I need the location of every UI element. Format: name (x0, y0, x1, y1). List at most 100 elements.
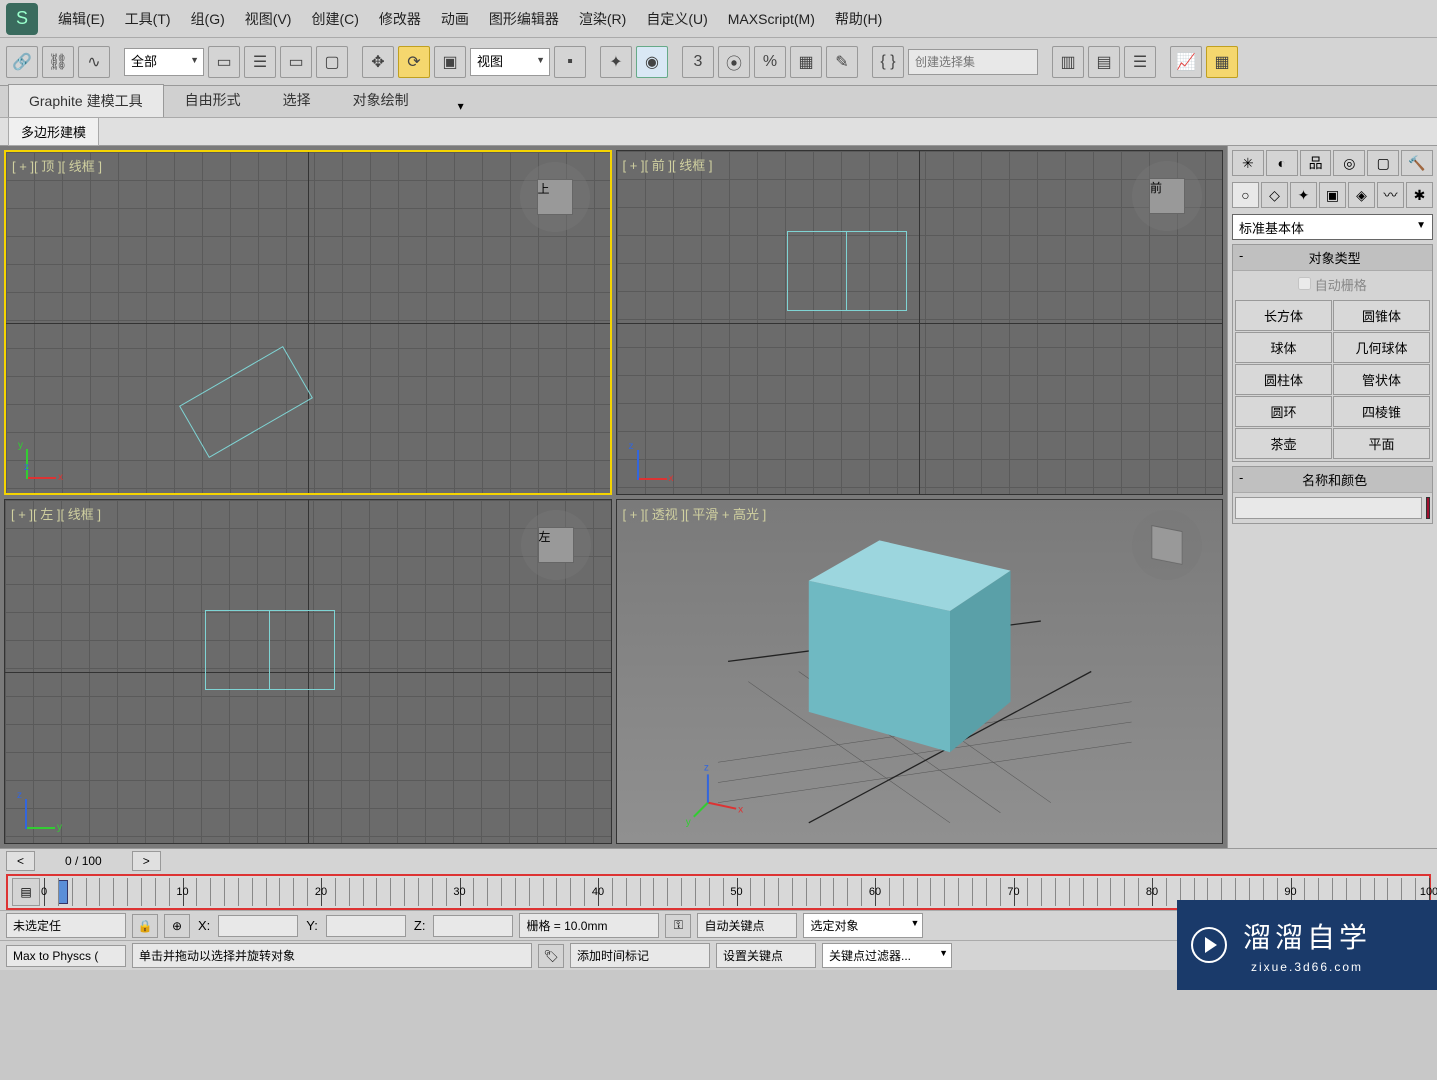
btn-box[interactable]: 长方体 (1235, 300, 1332, 331)
absrel-icon[interactable]: ⊕ (164, 914, 190, 938)
viewcube-left[interactable]: 左 (521, 510, 591, 580)
select-name-icon[interactable]: ☰ (244, 46, 276, 78)
tab-display-icon[interactable]: ▢ (1367, 150, 1399, 176)
add-timetag[interactable]: 添加时间标记 (570, 943, 710, 968)
keymode-dropdown[interactable]: 选定对象 (803, 913, 923, 938)
viewcube-persp[interactable] (1132, 510, 1202, 580)
subtab-systems-icon[interactable]: ✱ (1406, 182, 1433, 208)
btn-teapot[interactable]: 茶壶 (1235, 428, 1332, 459)
keyfilter-dropdown[interactable]: 关键点过滤器... (822, 943, 952, 968)
subtab-helpers-icon[interactable]: ◈ (1348, 182, 1375, 208)
tab-create-icon[interactable]: ✳ (1232, 150, 1264, 176)
btn-cylinder[interactable]: 圆柱体 (1235, 364, 1332, 395)
tab-utilities-icon[interactable]: 🔨 (1401, 150, 1433, 176)
tab-modify-icon[interactable]: ◐ (1266, 150, 1298, 176)
viewcube-top[interactable]: 上 (520, 162, 590, 232)
scale-icon[interactable]: ▣ (434, 46, 466, 78)
menu-modifiers[interactable]: 修改器 (369, 5, 431, 33)
object-color-swatch[interactable] (1426, 497, 1430, 519)
btn-tube[interactable]: 管状体 (1333, 364, 1430, 395)
ribbon-tab-objectpaint[interactable]: 对象绘制 (332, 83, 430, 117)
bind-icon[interactable]: ∿ (78, 46, 110, 78)
percent-snap-icon[interactable]: % (754, 46, 786, 78)
script-listener[interactable]: Max to Physcs ( (6, 945, 126, 967)
layers-icon[interactable]: ☰ (1124, 46, 1156, 78)
grid-status: 栅格 = 10.0mm (519, 913, 659, 938)
window-crossing-icon[interactable]: ▢ (316, 46, 348, 78)
viewport-left[interactable]: [ + ][ 左 ][ 线框 ] 左 y z (4, 499, 612, 844)
move-icon[interactable]: ✥ (362, 46, 394, 78)
selection-filter-dropdown[interactable]: 全部 (124, 48, 204, 76)
angle-snap-icon[interactable]: ⦿ (718, 46, 750, 78)
ribbon-tab-freeform[interactable]: 自由形式 (164, 83, 262, 117)
z-coord-input[interactable] (433, 915, 513, 937)
timeline-config-icon[interactable]: ▤ (12, 878, 40, 906)
autogrid-checkbox[interactable] (1298, 277, 1311, 290)
subtab-lights-icon[interactable]: ✦ (1290, 182, 1317, 208)
menu-create[interactable]: 创建(C) (301, 5, 368, 33)
menu-edit[interactable]: 编辑(E) (48, 5, 115, 33)
viewport-front[interactable]: [ + ][ 前 ][ 线框 ] 前 x z (616, 150, 1224, 495)
polymodeling-tab[interactable]: 多边形建模 (8, 117, 99, 146)
rotate-icon[interactable]: ⟳ (398, 46, 430, 78)
object-name-input[interactable] (1235, 497, 1422, 519)
lock-icon[interactable]: 🔒 (132, 914, 158, 938)
menu-help[interactable]: 帮助(H) (825, 5, 892, 33)
ribbon-tab-selection[interactable]: 选择 (262, 83, 332, 117)
snap-3-icon[interactable]: 3 (682, 46, 714, 78)
edit-named-icon[interactable]: ✎ (826, 46, 858, 78)
btn-pyramid[interactable]: 四棱锥 (1333, 396, 1430, 427)
menu-customize[interactable]: 自定义(U) (636, 5, 717, 33)
menu-maxscript[interactable]: MAXScript(M) (718, 7, 825, 31)
key-icon[interactable]: ⚿ (665, 914, 691, 938)
x-coord-input[interactable] (218, 915, 298, 937)
mirror-icon[interactable]: ▥ (1052, 46, 1084, 78)
spinner-snap-icon[interactable]: ▦ (790, 46, 822, 78)
snap-toggle-icon[interactable]: ◉ (636, 46, 668, 78)
subtab-spacewarps-icon[interactable]: 〰 (1377, 182, 1404, 208)
ribbon-tab-graphite[interactable]: Graphite 建模工具 (8, 84, 164, 117)
menu-group[interactable]: 组(G) (181, 5, 235, 33)
setkey-button[interactable]: 设置关键点 (716, 943, 816, 968)
tab-motion-icon[interactable]: ◎ (1333, 150, 1365, 176)
btn-sphere[interactable]: 球体 (1235, 332, 1332, 363)
curve-editor-icon[interactable]: 📈 (1170, 46, 1202, 78)
viewcube-front[interactable]: 前 (1132, 161, 1202, 231)
manip-icon[interactable]: ✦ (600, 46, 632, 78)
btn-geosphere[interactable]: 几何球体 (1333, 332, 1430, 363)
ribbon-expand-icon[interactable]: ▾ (450, 95, 472, 117)
menu-grapheditors[interactable]: 图形编辑器 (479, 5, 569, 33)
namedset-icon[interactable]: { } (872, 46, 904, 78)
geometry-category-dropdown[interactable]: 标准基本体 (1232, 214, 1433, 240)
pivot-icon[interactable]: ▪ (554, 46, 586, 78)
unlink-icon[interactable]: ⛓ (42, 46, 74, 78)
menu-render[interactable]: 渲染(R) (569, 5, 636, 33)
autokey-button[interactable]: 自动关键点 (697, 913, 797, 938)
btn-cone[interactable]: 圆锥体 (1333, 300, 1430, 331)
subtab-geometry-icon[interactable]: ○ (1232, 182, 1259, 208)
btn-plane[interactable]: 平面 (1333, 428, 1430, 459)
frame-next-icon[interactable]: > (132, 851, 161, 871)
align-icon[interactable]: ▤ (1088, 46, 1120, 78)
region-rect-icon[interactable]: ▭ (280, 46, 312, 78)
subtab-shapes-icon[interactable]: ◇ (1261, 182, 1288, 208)
link-icon[interactable]: 🔗 (6, 46, 38, 78)
viewport-persp-label: [ + ][ 透视 ][ 平滑 + 高光 ] (623, 504, 767, 523)
viewport-top[interactable]: [ + ][ 顶 ][ 线框 ] 上 x y z (4, 150, 612, 495)
schematic-icon[interactable]: ▦ (1206, 46, 1238, 78)
menu-tools[interactable]: 工具(T) (115, 5, 181, 33)
named-selection-input[interactable] (908, 49, 1038, 75)
refcoord-dropdown[interactable]: 视图 (470, 48, 550, 76)
btn-torus[interactable]: 圆环 (1235, 396, 1332, 427)
menu-animation[interactable]: 动画 (431, 5, 479, 33)
subtab-cameras-icon[interactable]: ▣ (1319, 182, 1346, 208)
select-icon[interactable]: ▭ (208, 46, 240, 78)
timeline-scrubber[interactable] (58, 880, 68, 904)
y-coord-input[interactable] (326, 915, 406, 937)
timetag-icon[interactable]: 🏷 (538, 944, 564, 968)
app-icon[interactable]: S (6, 3, 38, 35)
frame-prev-icon[interactable]: < (6, 851, 35, 871)
menu-view[interactable]: 视图(V) (235, 5, 302, 33)
viewport-perspective[interactable]: [ + ][ 透视 ][ 平滑 + 高光 ] (616, 499, 1224, 844)
tab-hierarchy-icon[interactable]: 品 (1300, 150, 1332, 176)
